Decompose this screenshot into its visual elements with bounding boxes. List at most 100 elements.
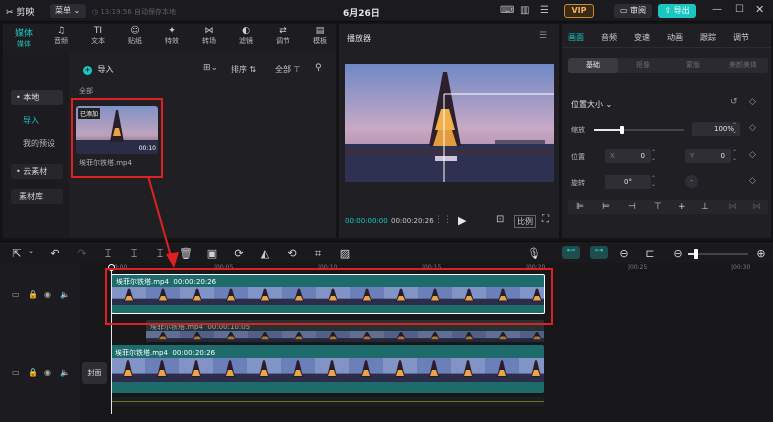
chevron-down-icon[interactable]: ⌄ [24,247,38,255]
keyboard-icon[interactable]: ⌨ [500,5,514,16]
rotate-stepper-icon[interactable]: ⌃ ⌄ [651,176,656,188]
grid-icon[interactable]: ⋮⋮ [434,215,452,225]
undo-icon[interactable]: ↶ [48,247,62,260]
rotate-dial[interactable]: - [685,175,698,188]
close-icon[interactable]: ✕ [755,3,764,16]
grid-view-icon[interactable]: ⊞⌄ [203,63,218,73]
inspector-tab-5[interactable]: 跟踪 [700,32,716,43]
preview-axis-icon[interactable]: ⊏ [643,247,657,260]
align-right-icon[interactable]: ⊣ [628,200,636,214]
ratio-button[interactable]: 比例 [514,215,536,228]
position-y-stepper-icon[interactable]: ⌃ ⌄ [732,150,737,162]
inspector-tab-2[interactable]: 音频 [601,32,617,43]
zoom-slider[interactable] [688,249,748,259]
sidebar-item-presets[interactable]: 我的预设 [23,138,55,149]
import-button[interactable]: + 导入 [83,64,114,75]
lock-icon[interactable]: 🔒 [28,368,38,377]
maximize-icon[interactable]: ☐ [735,4,744,15]
redo-icon[interactable]: ↷ [75,247,89,260]
expand-icon[interactable]: ⛶ [542,214,549,225]
settings-icon[interactable]: ☰ [540,5,549,16]
zoom-out-icon[interactable]: ⊖ [671,247,685,260]
linkage-icon[interactable]: ⊖ [617,247,631,260]
select-cursor-icon[interactable]: ⇱ [10,247,24,260]
scale-slider-handle[interactable] [620,126,624,134]
align-top-icon[interactable]: ⊤ [654,200,662,214]
mirror-icon[interactable]: ◭ [258,247,272,260]
position-x-input[interactable]: X 0 [605,149,651,163]
align-center-h-icon[interactable]: ⊨ [602,200,610,214]
tab-5[interactable]: ✦ 特效 [155,26,189,46]
delete-icon[interactable]: 🗑 [179,247,193,260]
visibility-eye-icon[interactable]: ◉ [44,368,51,377]
reset-icon[interactable]: ↺ [730,97,738,107]
fullscreen-crop-icon[interactable]: ⊡ [496,214,504,225]
player-menu-icon[interactable]: ☰ [539,31,547,41]
align-left-icon[interactable]: ⊫ [576,200,584,214]
auto-snap-icon[interactable]: ⊶ [590,246,608,259]
split-right-icon[interactable]: ⌶ [153,247,167,261]
scale-slider[interactable] [594,126,684,134]
sidebar-item-cloud[interactable]: • 云素材 [11,164,63,179]
inspector-subtab-1[interactable]: 基础 [568,58,618,73]
inspector-tab-3[interactable]: 变速 [634,32,650,43]
freeze-icon[interactable]: ▣ [205,247,219,260]
export-button[interactable]: ⇧ 导出 [658,4,696,18]
inspector-subtab-2[interactable]: 抠像 [618,58,668,73]
align-bottom-icon[interactable]: ⊥ [701,200,709,214]
align-center-v-icon[interactable]: + [678,200,686,214]
layout-icon[interactable]: ▥ [520,5,529,16]
clip-main[interactable]: 埃菲尔铁塔.mp4 00:00:20:26 [111,345,544,393]
vip-button[interactable]: VIP [564,4,594,18]
lock-icon[interactable]: 🔒 [28,290,38,299]
position-x-stepper-icon[interactable]: ⌃ ⌄ [651,150,656,162]
microphone-icon[interactable]: 🎙 [527,247,541,260]
position-y-input[interactable]: Y 0 [685,149,731,163]
distribute-h-icon[interactable]: ⋈ [728,200,737,214]
cover-button[interactable]: 封面 [82,362,107,384]
tab-1[interactable]: 媒体 媒体 [7,26,41,49]
sort-button[interactable]: 排序 ⇅ [231,64,256,75]
sidebar-item-local[interactable]: • 本地 [11,90,63,105]
rotate-keyframe-icon[interactable]: ◇ [749,176,756,186]
split-left-icon[interactable]: ⌶ [127,247,141,261]
position-keyframe-icon[interactable]: ◇ [749,150,756,160]
tab-3[interactable]: TI 文本 [81,26,115,46]
split-icon[interactable]: ⌶ [101,247,115,261]
search-icon[interactable]: ⚲ [315,63,322,73]
tab-7[interactable]: ◐ 滤镜 [229,26,263,46]
crop-icon[interactable]: ⌗ [311,247,325,261]
sidebar-item-import[interactable]: 导入 [23,115,39,126]
mute-speaker-icon[interactable]: 🔈 [60,290,70,299]
tab-6[interactable]: ⋈ 转场 [192,26,226,46]
tab-9[interactable]: ▤ 模板 [303,26,337,46]
player-preview[interactable] [345,64,554,182]
minimize-icon[interactable]: — [712,4,722,15]
tab-8[interactable]: ⇄ 调节 [266,26,300,46]
keyframe-icon[interactable]: ◇ [749,97,756,107]
play-icon[interactable]: ▶ [458,214,466,227]
reverse-icon[interactable]: ⟳ [232,247,246,260]
distribute-v-icon[interactable]: ⋈ [752,200,761,214]
zoom-slider-handle[interactable] [694,249,698,259]
main-track-magnet-icon[interactable]: ⊷ [562,246,580,259]
scale-keyframe-icon[interactable]: ◇ [749,123,756,133]
mute-speaker-icon[interactable]: 🔈 [60,368,70,377]
tab-4[interactable]: ☺ 贴纸 [118,26,152,46]
inspector-tab-4[interactable]: 动画 [667,32,683,43]
scale-stepper-icon[interactable]: ⌃ ⌄ [732,123,737,135]
inspector-subtab-3[interactable]: 蒙版 [668,58,718,73]
menu-button[interactable]: 菜单 ⌄ [50,4,86,18]
tab-2[interactable]: ♫ 音频 [44,26,78,46]
inspector-tab-1[interactable]: 画面 [568,32,584,43]
sidebar-item-library[interactable]: 素材库 [11,189,63,204]
filter-button[interactable]: 全部 ⊤ [275,64,301,75]
visibility-eye-icon[interactable]: ◉ [44,290,51,299]
inspector-tab-6[interactable]: 调节 [733,32,749,43]
zoom-in-icon[interactable]: ⊕ [754,247,768,260]
inspector-subtab-4[interactable]: 美颜美体 [718,58,768,73]
rotate-input[interactable]: 0° [605,175,651,189]
image-adjust-icon[interactable]: ▨ [338,247,352,260]
review-button[interactable]: ▭ 审阅 [614,4,652,18]
rotate-icon[interactable]: ⟲ [285,247,299,260]
